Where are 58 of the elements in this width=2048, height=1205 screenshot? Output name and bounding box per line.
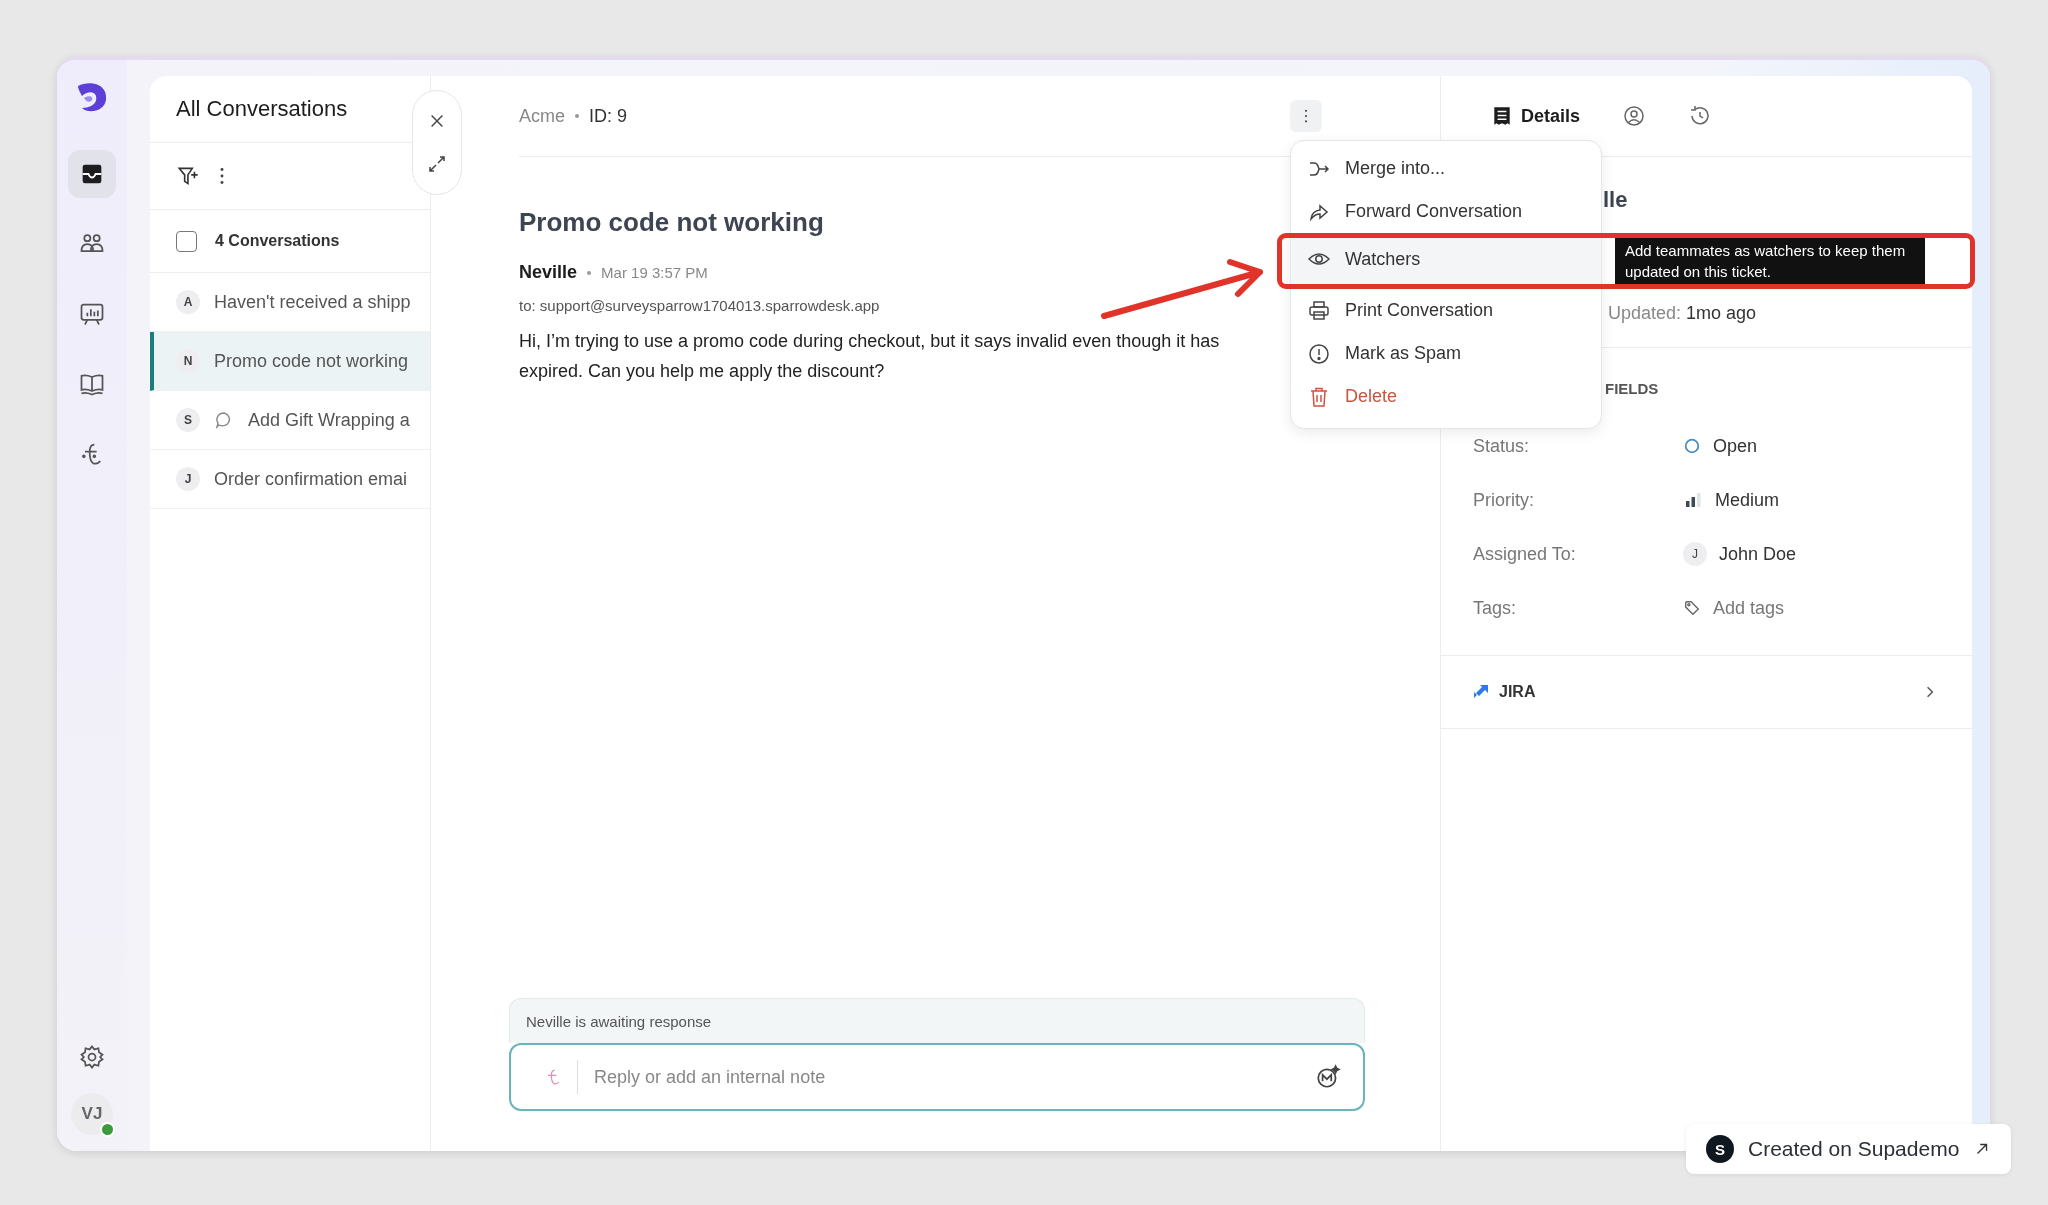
reply-box[interactable]: Reply or add an internal note: [509, 1043, 1365, 1111]
priority-bars-icon: [1683, 490, 1703, 510]
avatar: N: [176, 349, 200, 373]
reply-field[interactable]: Reply or add an internal note: [592, 1065, 1301, 1089]
field-value[interactable]: Add tags: [1683, 597, 1785, 619]
settings-icon[interactable]: [78, 1043, 106, 1071]
field-label: Priority:: [1473, 489, 1535, 511]
avatar: J: [1683, 542, 1707, 566]
conversation-count: 4 Conversations: [215, 232, 340, 250]
supademo-badge[interactable]: S Created on Supademo: [1686, 1124, 2012, 1174]
conversation-item[interactable]: J Order confirmation emai: [150, 450, 430, 509]
sender-name: Neville: [519, 262, 578, 283]
menu-item[interactable]: Mark as Spam: [1291, 332, 1601, 375]
status-circle-icon: [1683, 437, 1701, 455]
receipt-icon: [1491, 105, 1513, 127]
select-all-checkbox[interactable]: [176, 230, 197, 252]
field-label: Assigned To:: [1473, 543, 1577, 565]
avatar: S: [176, 408, 200, 432]
more-icon: [1303, 107, 1309, 125]
recipient-address: to: support@surveysparrow1704013.sparrowdesk.app: [519, 297, 880, 314]
logo-icon: S: [1706, 1135, 1734, 1163]
conversation-item[interactable]: N Promo code not working: [150, 332, 430, 391]
field-label: Status:: [1473, 435, 1531, 457]
updated-time: Updated: 1mo ago: [1608, 303, 1757, 324]
tag-icon: [1683, 599, 1701, 617]
ticket-id: ID: 9: [589, 105, 628, 127]
expand-icon[interactable]: [427, 153, 447, 174]
avatar: A: [176, 290, 200, 314]
separator-dot: [575, 114, 579, 118]
tooltip: Add teammates as watchers to keep them updated on this ticket.: [1615, 236, 1925, 286]
status-banner: Neville is awaiting response: [509, 998, 1365, 1043]
message-time: Mar 19 3:57 PM: [601, 264, 708, 281]
printer-icon: [1307, 298, 1331, 323]
alert-icon: [1307, 341, 1331, 366]
menu-item[interactable]: Delete: [1291, 375, 1601, 418]
more-icon[interactable]: [218, 165, 226, 187]
menu-item[interactable]: Print Conversation: [1291, 289, 1601, 332]
user-avatar[interactable]: VJ: [71, 1093, 113, 1135]
separator-dot: [587, 270, 592, 275]
menu-item[interactable]: Forward Conversation: [1291, 190, 1601, 233]
user-circle-icon: [1622, 104, 1647, 128]
avatar: J: [176, 467, 200, 491]
conversation-subject: Promo code not working: [519, 207, 824, 238]
integration-row[interactable]: JIRA: [1441, 656, 1972, 729]
section-heading: FIELDS: [1605, 380, 1660, 397]
field-value: J John Doe: [1683, 542, 1797, 566]
list-title: All Conversations: [176, 96, 348, 122]
nav-button[interactable]: [68, 150, 116, 198]
magic-template-icon[interactable]: [1315, 1064, 1341, 1090]
field-label: Tags:: [1473, 597, 1518, 619]
panel-tab[interactable]: Details: [1487, 101, 1585, 131]
contact-name: lle: [1603, 187, 1628, 213]
company-name: Acme: [519, 105, 565, 127]
field-value: Medium: [1683, 489, 1780, 511]
menu-item[interactable]: Merge into...: [1291, 147, 1601, 190]
field-value: Open: [1683, 435, 1758, 457]
message-body: Hi, I’m trying to use a promo code during checkout, but it says invalid even though it has expired. Can you help me apply the discount?: [519, 330, 1220, 383]
conversation-item[interactable]: S Add Gift Wrapping a: [150, 391, 430, 450]
